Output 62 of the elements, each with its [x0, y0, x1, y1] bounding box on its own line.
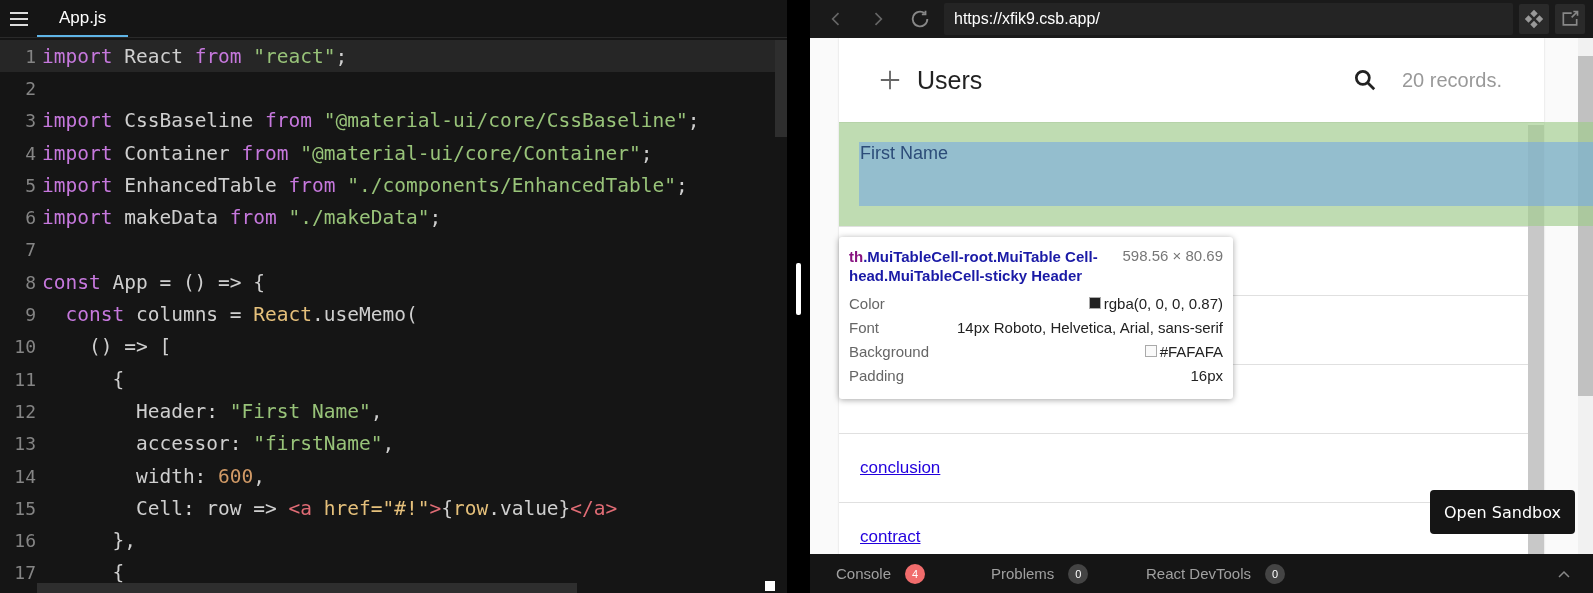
element-size: 598.56 × 80.69 [1122, 247, 1223, 266]
panel-tab[interactable]: Console [836, 565, 892, 582]
code-line: }, [111, 529, 136, 553]
count-badge: 0 [1068, 563, 1089, 584]
property-name: Color [849, 294, 885, 312]
url-field[interactable]: https://xfik9.csb.app/ [944, 3, 1513, 35]
open-sandbox-button[interactable]: Open Sandbox [1430, 490, 1575, 534]
resize-corner [765, 581, 775, 591]
line-number: 15 [13, 497, 37, 519]
line-number: 14 [13, 465, 37, 487]
code-line: () => [ [87, 335, 172, 359]
line-number: 12 [13, 400, 37, 422]
line-number: 8 [24, 271, 37, 293]
row-link[interactable]: conclusion [860, 458, 941, 478]
property-value: 14px Roboto, Helvetica, Arial, sans-serif [957, 318, 1223, 336]
property-value: 16px [1190, 366, 1223, 384]
code-line: width: 600, [134, 464, 266, 488]
code-line: import React from "react"; [42, 44, 348, 68]
horizontal-scrollbar[interactable] [37, 583, 577, 593]
code-line: import Container from "@material-ui/core/Container"; [42, 141, 653, 165]
code-line: accessor: "firstName", [134, 432, 395, 456]
element-selector: th.MuiTableCell-root.MuiTable Cell-head.MuiTableCell-sticky Header [849, 247, 1099, 285]
diamond-dots-icon[interactable] [1519, 4, 1549, 34]
code-line: Cell: row => <a href="#!">{row.value}</a> [134, 496, 618, 520]
line-number: 1 [24, 45, 37, 67]
line-number: 13 [13, 433, 37, 455]
code-line: Header: "First Name", [134, 399, 383, 423]
property-name: Padding [849, 366, 905, 384]
page-scrollbar[interactable] [1578, 38, 1593, 554]
line-number: 4 [24, 142, 37, 164]
add-icon[interactable] [879, 69, 901, 91]
column-header[interactable]: First Name [860, 143, 948, 163]
code-line: import makeData from "./makeData"; [42, 206, 442, 230]
code-line: const App = () => { [42, 270, 266, 294]
line-number: 3 [24, 110, 37, 132]
line-number: 16 [13, 530, 37, 552]
line-number: 5 [24, 174, 37, 196]
property-name: Font [849, 318, 879, 336]
line-number: 9 [24, 304, 37, 325]
external-link-icon[interactable] [1555, 4, 1585, 34]
table-title: Users [917, 65, 984, 95]
code-line: { [111, 367, 125, 391]
count-badge: 4 [905, 563, 926, 584]
line-number: 10 [13, 336, 37, 358]
line-number: 2 [24, 77, 37, 99]
line-number: 7 [24, 239, 37, 261]
count-badge: 0 [1265, 563, 1286, 584]
panel-tab[interactable]: React DevTools [1146, 565, 1252, 582]
code-line: import EnhancedTable from "./components/EnhancedTable"; [42, 173, 688, 197]
resize-handle[interactable] [796, 263, 801, 315]
record-count: 20 records. [1401, 68, 1502, 92]
property-name: Background [849, 342, 930, 360]
code-line: const columns = React.useMemo( [64, 303, 418, 326]
line-number: 11 [13, 368, 37, 390]
code-line: { [111, 561, 125, 585]
code-line: import CssBaseline from "@material-ui/core/CssBaseline"; [42, 109, 700, 133]
row-link[interactable]: contract [860, 527, 921, 547]
line-number: 6 [24, 207, 37, 229]
panel-tab[interactable]: Problems [991, 565, 1055, 582]
property-value: #FAFAFA [1159, 342, 1223, 360]
property-value: rgba(0, 0, 0, 0.87) [1103, 294, 1223, 312]
line-number: 17 [13, 562, 37, 584]
